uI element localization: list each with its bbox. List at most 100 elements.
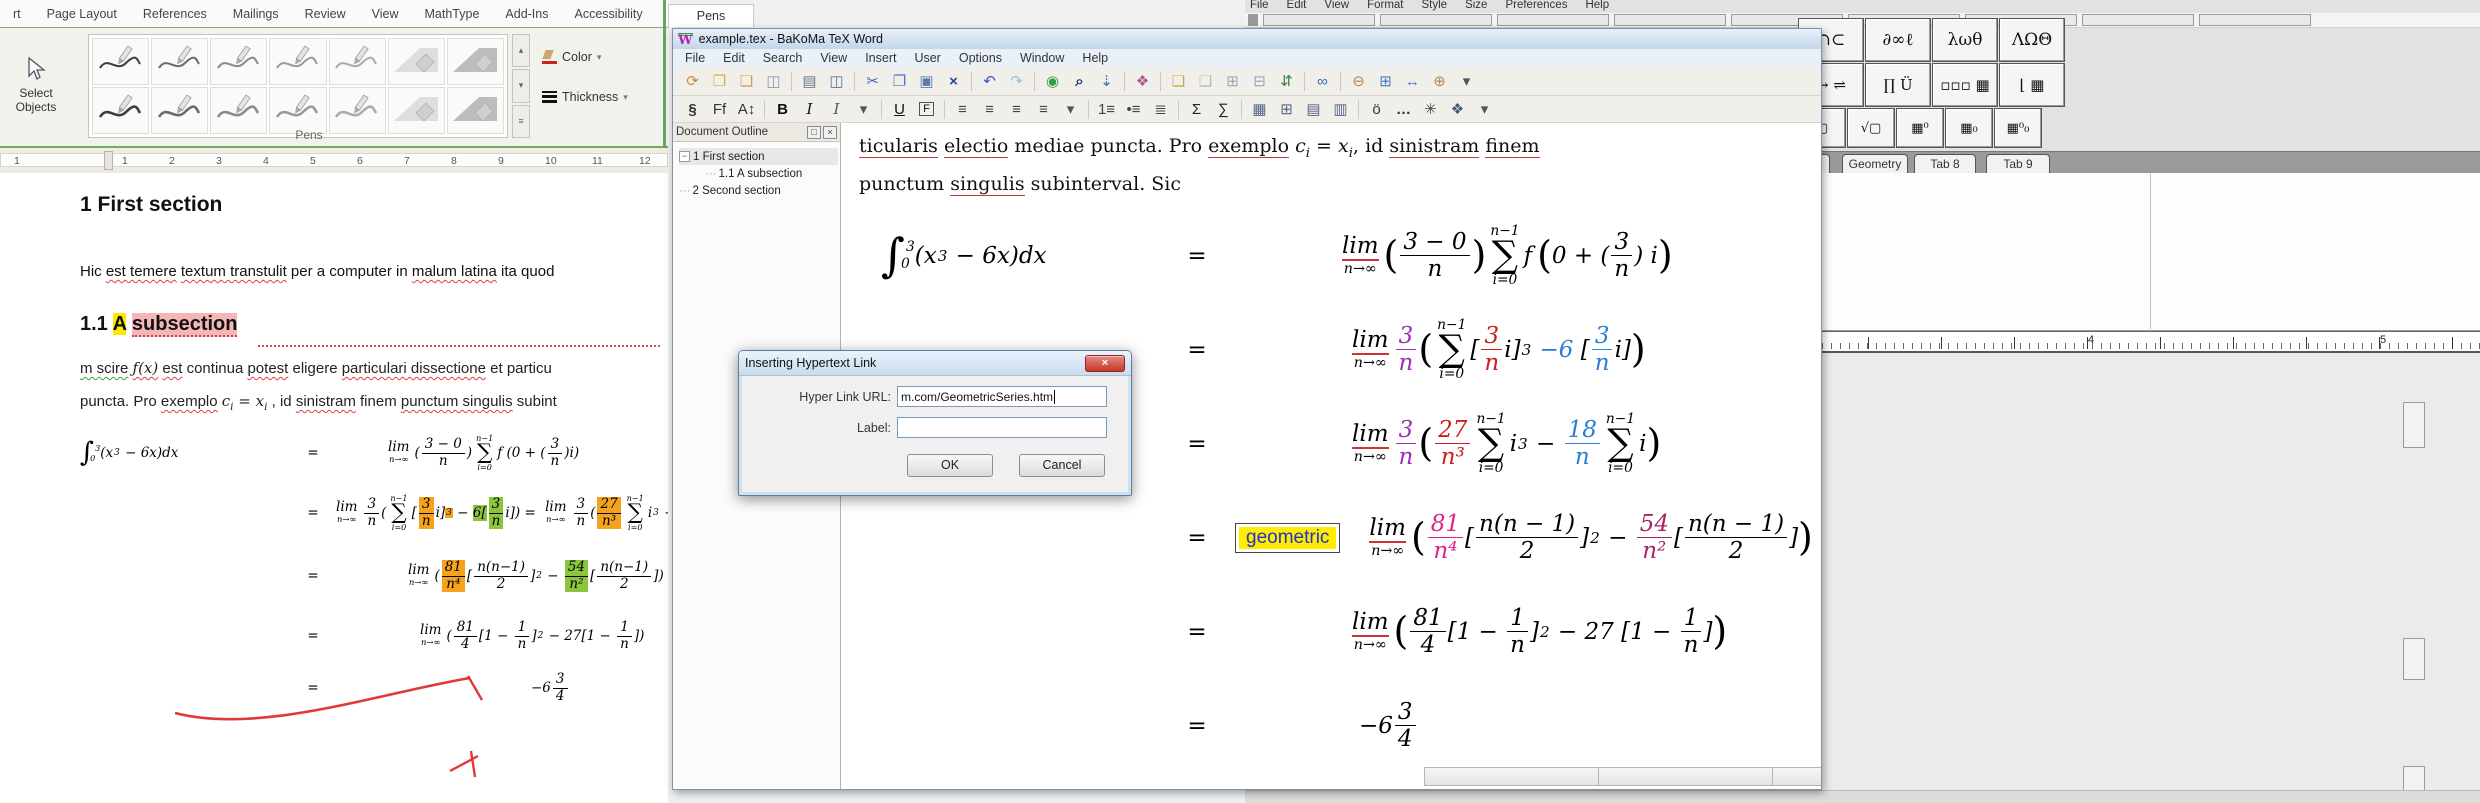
bullet-list-icon[interactable]: •≡ — [1121, 98, 1146, 121]
word-tab-references[interactable]: References — [132, 3, 218, 25]
pen-thickness-button[interactable]: Thickness ▾ — [542, 86, 662, 108]
fit-width-icon[interactable]: ↔ — [1400, 70, 1425, 93]
numbered-list-icon[interactable]: 1≡ — [1094, 98, 1119, 121]
undo-icon[interactable]: ↶ — [977, 70, 1002, 93]
word-tab-pens[interactable]: Pens — [668, 4, 754, 27]
word-tab-mailings[interactable]: Mailings — [222, 3, 290, 25]
close-icon[interactable]: × — [823, 126, 837, 139]
align-center-icon[interactable]: ≡ — [977, 98, 1002, 121]
menu-help[interactable]: Help — [1074, 50, 1116, 66]
copy-icon[interactable]: ❐ — [887, 70, 912, 93]
mt-toolbar-box[interactable] — [2199, 14, 2311, 26]
print-icon[interactable]: ▤ — [797, 70, 822, 93]
font-icon[interactable]: Ff — [707, 98, 732, 121]
align-left-icon[interactable]: ≡ — [950, 98, 975, 121]
math-display-icon[interactable]: ∑ — [1211, 98, 1236, 121]
find-next-icon[interactable]: ⇣ — [1094, 70, 1119, 93]
accent-icon[interactable]: ö — [1364, 98, 1389, 121]
menu-edit[interactable]: Edit — [715, 50, 753, 66]
word-ruler[interactable]: 1123456789101112 — [0, 148, 668, 173]
italic-icon[interactable]: I — [797, 98, 822, 121]
mt-menu-edit[interactable]: Edit — [1287, 0, 1307, 12]
align-dropdown-icon[interactable]: ▾ — [1058, 98, 1083, 121]
palette-button-1-2[interactable]: ∂∞ℓ — [1865, 18, 1931, 62]
outline-item[interactable]: ···2 Second section — [679, 182, 838, 199]
symbol-icon[interactable]: ✳ — [1418, 98, 1443, 121]
label-input[interactable] — [897, 417, 1107, 438]
mt-menu-file[interactable]: File — [1250, 0, 1269, 12]
palette-icon[interactable]: ❖ — [1130, 70, 1155, 93]
mt-toolbar-box[interactable] — [1497, 14, 1609, 26]
word-tab-accessibility[interactable]: Accessibility — [564, 3, 654, 25]
pen-style-swatch[interactable] — [269, 38, 326, 85]
slanted-icon[interactable]: I — [824, 98, 849, 121]
word-document[interactable]: 1 First section Hic est temere textum tr… — [0, 173, 668, 803]
pen-style-swatch[interactable] — [92, 38, 149, 85]
url-input[interactable]: m.com/GeometricSeries.htm — [897, 386, 1107, 407]
mt-toolbar-box[interactable] — [1263, 14, 1375, 26]
align-justify-icon[interactable]: ≡ — [1031, 98, 1056, 121]
tree-expander-icon[interactable]: − — [679, 151, 690, 162]
highlighter-style-swatch[interactable] — [388, 87, 445, 134]
fit-page-icon[interactable]: ⊞ — [1373, 70, 1398, 93]
menu-insert[interactable]: Insert — [857, 50, 904, 66]
mathtype-equation-area[interactable] — [1795, 353, 2480, 790]
empty-slot-box[interactable] — [2403, 402, 2425, 448]
paragraph-icon[interactable]: § — [680, 98, 705, 121]
cut-icon[interactable]: ✂ — [860, 70, 885, 93]
image-icon[interactable]: ▦ — [1247, 98, 1272, 121]
delete-icon[interactable]: × — [941, 70, 966, 93]
restore-icon[interactable]: □ — [807, 126, 821, 139]
palette-button-3-5[interactable]: ▦⁰₀ — [1994, 108, 2042, 148]
mt-menu-help[interactable]: Help — [1585, 0, 1609, 12]
save-icon[interactable]: ◫ — [761, 70, 786, 93]
outline-item[interactable]: ···1.1 A subsection — [679, 165, 838, 182]
select-objects-button[interactable]: Select Objects — [4, 36, 68, 134]
pen-color-button[interactable]: Color ▾ — [542, 46, 662, 68]
open-icon[interactable]: ❐ — [707, 70, 732, 93]
palette-button-2-4[interactable]: ⌊ ▦ — [1999, 63, 2065, 107]
menu-options[interactable]: Options — [951, 50, 1010, 66]
ellipsis-icon[interactable]: … — [1391, 98, 1416, 121]
gallery-up-icon[interactable]: ▴ — [512, 34, 530, 67]
link-icon[interactable]: ∞ — [1310, 70, 1335, 93]
palette-button-1-3[interactable]: λωθ — [1932, 18, 1998, 62]
save-all-icon[interactable]: ◫ — [824, 70, 849, 93]
mt-toolbar-box[interactable] — [1248, 14, 1258, 26]
menu-view[interactable]: View — [812, 50, 855, 66]
word-tab-review[interactable]: Review — [294, 3, 357, 25]
table-icon[interactable]: ⊞ — [1274, 98, 1299, 121]
pen-style-swatch[interactable] — [151, 38, 208, 85]
zoom-out-icon[interactable]: ⊖ — [1346, 70, 1371, 93]
word-tab-add-ins[interactable]: Add-Ins — [494, 3, 559, 25]
next-page-icon[interactable]: ⊞ — [1220, 70, 1245, 93]
palette-button-3-3[interactable]: ▦⁰ — [1896, 108, 1944, 148]
pen-style-swatch[interactable] — [92, 87, 149, 134]
word-tab-view[interactable]: View — [361, 3, 410, 25]
highlighter-style-swatch[interactable] — [388, 38, 445, 85]
mt-menu-style[interactable]: Style — [1422, 0, 1448, 12]
paste-icon[interactable]: ▣ — [914, 70, 939, 93]
math-inline-icon[interactable]: Σ — [1184, 98, 1209, 121]
mt-toolbar-box[interactable] — [2082, 14, 2194, 26]
word-tab-mathtype[interactable]: MathType — [414, 3, 491, 25]
word-tab-rt[interactable]: rt — [2, 3, 32, 25]
prev-page-icon[interactable]: ⊟ — [1247, 70, 1272, 93]
ok-button[interactable]: OK — [907, 454, 993, 477]
palette-button-3-4[interactable]: ▦₀ — [1945, 108, 1993, 148]
mt-menu-size[interactable]: Size — [1465, 0, 1487, 12]
style-dropdown-icon[interactable]: ▾ — [851, 98, 876, 121]
bold-icon[interactable]: B — [770, 98, 795, 121]
zoom-in-icon[interactable]: ⊕ — [1427, 70, 1452, 93]
menu-window[interactable]: Window — [1012, 50, 1072, 66]
pen-style-swatch[interactable] — [151, 87, 208, 134]
mathtype-ruler[interactable]: 45 — [1795, 331, 2480, 353]
dialog-titlebar[interactable]: Inserting Hypertext Link × — [739, 351, 1131, 376]
format-overflow-icon[interactable]: ▾ — [1472, 98, 1497, 121]
pen-style-swatch[interactable] — [329, 38, 386, 85]
highlighter-style-swatch[interactable] — [447, 87, 504, 134]
mt-tab-tab-9[interactable]: Tab 9 — [1986, 154, 2050, 174]
palette-button-2-2[interactable]: ∏ Ü — [1865, 63, 1931, 107]
new-doc-icon[interactable]: ❑ — [1166, 70, 1191, 93]
outline-item[interactable]: −1 First section — [679, 148, 838, 165]
